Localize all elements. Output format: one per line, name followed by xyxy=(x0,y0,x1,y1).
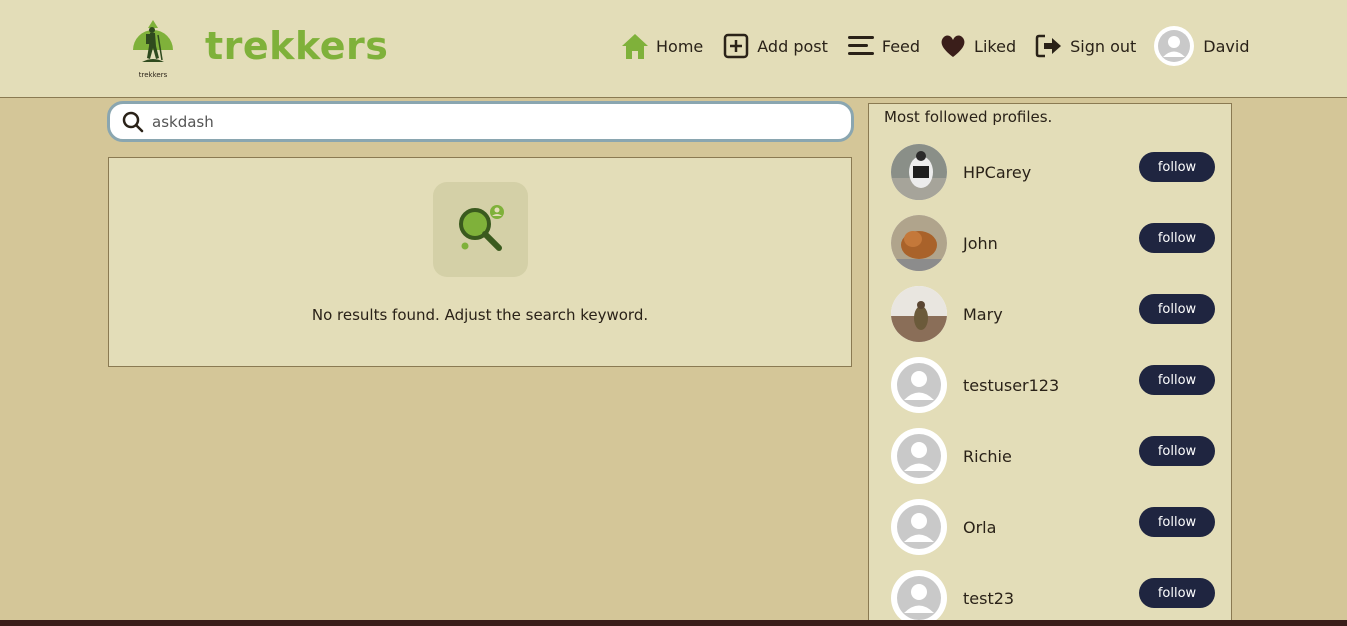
avatar-icon xyxy=(1154,26,1195,66)
nav-home-label: Home xyxy=(656,36,704,56)
follow-button[interactable]: follow xyxy=(1139,365,1215,395)
search-bar[interactable] xyxy=(107,101,854,142)
nav-feed-label: Feed xyxy=(881,36,921,56)
follow-button[interactable]: follow xyxy=(1139,578,1215,608)
default-avatar-icon[interactable] xyxy=(891,570,947,626)
profile-item[interactable]: Mary follow xyxy=(891,286,1216,344)
profile-name[interactable]: John xyxy=(963,234,998,253)
search-results-panel: No results found. Adjust the search keyw… xyxy=(108,157,852,367)
profile-item[interactable]: Richie follow xyxy=(891,428,1216,486)
profile-name[interactable]: HPCarey xyxy=(963,163,1031,182)
profile-item[interactable]: Orla follow xyxy=(891,499,1216,557)
sidebar-title: Most followed profiles. xyxy=(884,108,1053,126)
feed-icon xyxy=(846,31,876,61)
nav-feed[interactable]: Feed xyxy=(846,31,920,61)
default-avatar-icon[interactable] xyxy=(891,499,947,555)
profile-item[interactable]: test23 follow xyxy=(891,570,1216,626)
follow-button[interactable]: follow xyxy=(1139,507,1215,537)
profile-name[interactable]: Orla xyxy=(963,518,996,537)
most-followed-sidebar: Most followed profiles. HPCarey follow J… xyxy=(868,103,1232,626)
profile-avatar[interactable] xyxy=(891,286,947,342)
profile-avatar[interactable] xyxy=(891,215,947,271)
nav-user-name: David xyxy=(1203,36,1250,56)
profile-avatar[interactable] xyxy=(891,144,947,200)
nav-sign-out-label: Sign out xyxy=(1070,36,1137,56)
nav-liked[interactable]: Liked xyxy=(938,31,1016,61)
profile-item[interactable]: testuser123 follow xyxy=(891,357,1216,415)
no-results-message: No results found. Adjust the search keyw… xyxy=(311,306,649,324)
nav-add-post[interactable]: Add post xyxy=(721,31,828,61)
nav-home[interactable]: Home xyxy=(620,31,703,61)
add-post-icon xyxy=(721,31,751,61)
brand-title[interactable]: trekkers xyxy=(205,24,388,68)
logo-caption: trekkers xyxy=(138,71,168,79)
nav-liked-label: Liked xyxy=(974,36,1017,56)
profile-name[interactable]: Richie xyxy=(963,447,1012,466)
default-avatar-icon[interactable] xyxy=(891,428,947,484)
profile-item[interactable]: HPCarey follow xyxy=(891,144,1216,202)
home-icon xyxy=(620,31,650,61)
follow-button[interactable]: follow xyxy=(1139,152,1215,182)
no-results-icon xyxy=(433,182,528,277)
follow-button[interactable]: follow xyxy=(1139,223,1215,253)
profile-name[interactable]: testuser123 xyxy=(963,376,1059,395)
heart-icon xyxy=(938,31,968,61)
search-icon xyxy=(122,111,144,133)
follow-button[interactable]: follow xyxy=(1139,294,1215,324)
nav-profile[interactable]: David xyxy=(1154,26,1250,66)
main-nav: Home Add post Feed Liked Sign out David xyxy=(620,26,1268,66)
profile-name[interactable]: test23 xyxy=(963,589,1014,608)
default-avatar-icon[interactable] xyxy=(891,357,947,413)
search-input[interactable] xyxy=(152,112,832,131)
follow-button[interactable]: follow xyxy=(1139,436,1215,466)
nav-add-post-label: Add post xyxy=(757,36,828,56)
navbar: trekkers trekkers Home Add post Feed Lik… xyxy=(0,0,1347,98)
profile-name[interactable]: Mary xyxy=(963,305,1003,324)
nav-sign-out[interactable]: Sign out xyxy=(1034,31,1136,61)
profile-item[interactable]: John follow xyxy=(891,215,1216,273)
sign-out-icon xyxy=(1034,31,1064,61)
taskbar xyxy=(0,620,1347,626)
